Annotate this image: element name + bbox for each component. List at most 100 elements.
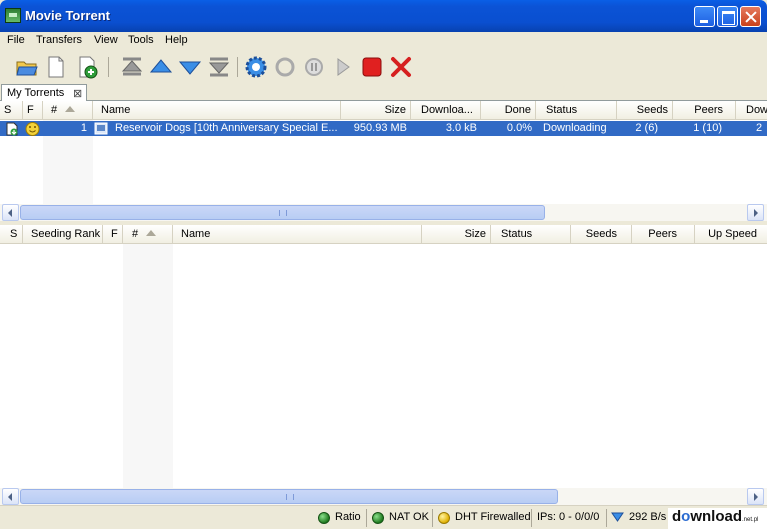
tab-close-icon[interactable]: ⊠ (73, 87, 82, 100)
col-done[interactable]: Done (481, 101, 536, 120)
col-up-speed[interactable]: Up Speed (695, 225, 767, 244)
minimize-button[interactable] (694, 6, 715, 27)
row-name: Reservoir Dogs [10th Anniversary Special… (115, 122, 338, 134)
download-speed-icon (611, 512, 624, 522)
watermark-text: d (672, 508, 682, 525)
tab-label: My Torrents (7, 87, 65, 99)
title-bar: Movie Torrent (0, 0, 767, 32)
col-peers[interactable]: Peers (673, 101, 736, 120)
status-bar: Ratio NAT OK DHT Firewalled IPs: 0 - 0/0… (0, 505, 767, 529)
window-title: Movie Torrent (25, 8, 110, 23)
downloading-status-icon (6, 122, 18, 136)
status-separator (432, 509, 433, 527)
col-status-text[interactable]: Status (536, 101, 617, 120)
col-rank[interactable]: # (123, 225, 173, 244)
col-flag[interactable]: F (23, 101, 43, 120)
scroll-right-arrow-icon[interactable] (747, 204, 764, 221)
nat-status-icon (372, 512, 384, 524)
torrent-list-header: S F # Name Size Downloa... Done Status S… (0, 101, 767, 120)
col-status[interactable]: S (0, 101, 23, 120)
col-size[interactable]: Size (422, 225, 491, 244)
pause-icon[interactable] (302, 55, 326, 79)
move-bottom-icon[interactable] (207, 55, 231, 79)
col-name[interactable]: Name (93, 101, 341, 120)
watermark-suffix: .net.pl (742, 517, 759, 523)
new-document-icon[interactable] (44, 55, 68, 79)
dht-status[interactable]: DHT Firewalled (455, 511, 531, 523)
col-size[interactable]: Size (341, 101, 411, 120)
grip-icon (286, 494, 294, 500)
bottom-horizontal-scrollbar[interactable] (0, 488, 767, 505)
maximize-button[interactable] (717, 6, 738, 27)
open-folder-icon[interactable] (15, 55, 39, 79)
col-seeding-rank[interactable]: Seeding Rank (23, 225, 103, 244)
row-peers: 1 (10) (693, 122, 722, 134)
watermark-text: o (681, 508, 691, 525)
download-speed[interactable]: 292 B/s (629, 511, 666, 523)
scroll-thumb[interactable] (20, 489, 558, 504)
settings-gear-icon[interactable] (244, 55, 268, 79)
refresh-icon[interactable] (273, 55, 297, 79)
scroll-thumb[interactable] (20, 205, 545, 220)
dht-status-icon (438, 512, 450, 524)
remove-icon[interactable] (389, 55, 413, 79)
play-icon[interactable] (331, 55, 355, 79)
row-status: Downloading (543, 122, 607, 134)
col-rank[interactable]: # (43, 101, 93, 120)
col-down-speed[interactable]: Dow (736, 101, 767, 120)
row-size: 950.93 MB (353, 122, 407, 134)
app-icon (5, 8, 21, 23)
ratio-status[interactable]: Ratio (335, 511, 361, 523)
col-downloaded[interactable]: Downloa... (411, 101, 481, 120)
top-horizontal-scrollbar[interactable] (0, 204, 767, 221)
status-separator (606, 509, 607, 527)
sort-ascending-icon (146, 230, 157, 236)
row-downloaded: 3.0 kB (445, 122, 477, 134)
column-stripe (123, 244, 173, 489)
ips-status: IPs: 0 - 0/0/0 (537, 511, 600, 523)
tab-strip: My Torrents ⊠ (0, 83, 767, 102)
row-down-speed: 2 (756, 122, 763, 134)
video-file-icon (94, 122, 108, 135)
add-torrent-icon[interactable] (76, 55, 100, 79)
close-button[interactable] (740, 6, 761, 27)
col-seeds[interactable]: Seeds (571, 225, 632, 244)
menu-view[interactable]: View (94, 34, 118, 46)
col-seeds[interactable]: Seeds (617, 101, 673, 120)
ratio-status-icon (318, 512, 330, 524)
seeding-list-header: S Seeding Rank F # Name Size Status Seed… (0, 225, 767, 244)
scroll-right-arrow-icon[interactable] (747, 488, 764, 505)
smiley-icon (25, 122, 40, 136)
row-rank: 1 (80, 122, 87, 134)
scroll-left-arrow-icon[interactable] (2, 204, 19, 221)
col-status[interactable]: S (0, 225, 23, 244)
nat-status[interactable]: NAT OK (389, 511, 429, 523)
seeding-list: S Seeding Rank F # Name Size Status Seed… (0, 225, 767, 489)
col-rank-label: # (132, 228, 139, 240)
sort-ascending-icon (65, 106, 76, 112)
tab-my-torrents[interactable]: My Torrents ⊠ (1, 84, 87, 102)
watermark-logo: download.net.pl (668, 508, 767, 529)
col-name[interactable]: Name (173, 225, 422, 244)
move-down-icon[interactable] (178, 55, 202, 79)
toolbar (0, 51, 767, 83)
col-status-text[interactable]: Status (491, 225, 571, 244)
move-up-icon[interactable] (149, 55, 173, 79)
row-done: 0.0% (506, 122, 532, 134)
row-seeds: 2 (6) (635, 122, 658, 134)
menu-tools[interactable]: Tools (128, 34, 154, 46)
move-top-icon[interactable] (120, 55, 144, 79)
menu-file[interactable]: File (7, 34, 25, 46)
col-peers[interactable]: Peers (632, 225, 695, 244)
stop-icon[interactable] (360, 55, 384, 79)
toolbar-separator (108, 57, 109, 77)
table-row[interactable]: 1 Reservoir Dogs [10th Anniversary Speci… (0, 121, 767, 136)
menu-help[interactable]: Help (165, 34, 188, 46)
grip-icon (279, 210, 287, 216)
watermark-text: wnload (690, 508, 743, 525)
col-flag[interactable]: F (103, 225, 123, 244)
status-separator (366, 509, 367, 527)
scroll-left-arrow-icon[interactable] (2, 488, 19, 505)
menu-transfers[interactable]: Transfers (36, 34, 82, 46)
status-separator (531, 509, 532, 527)
